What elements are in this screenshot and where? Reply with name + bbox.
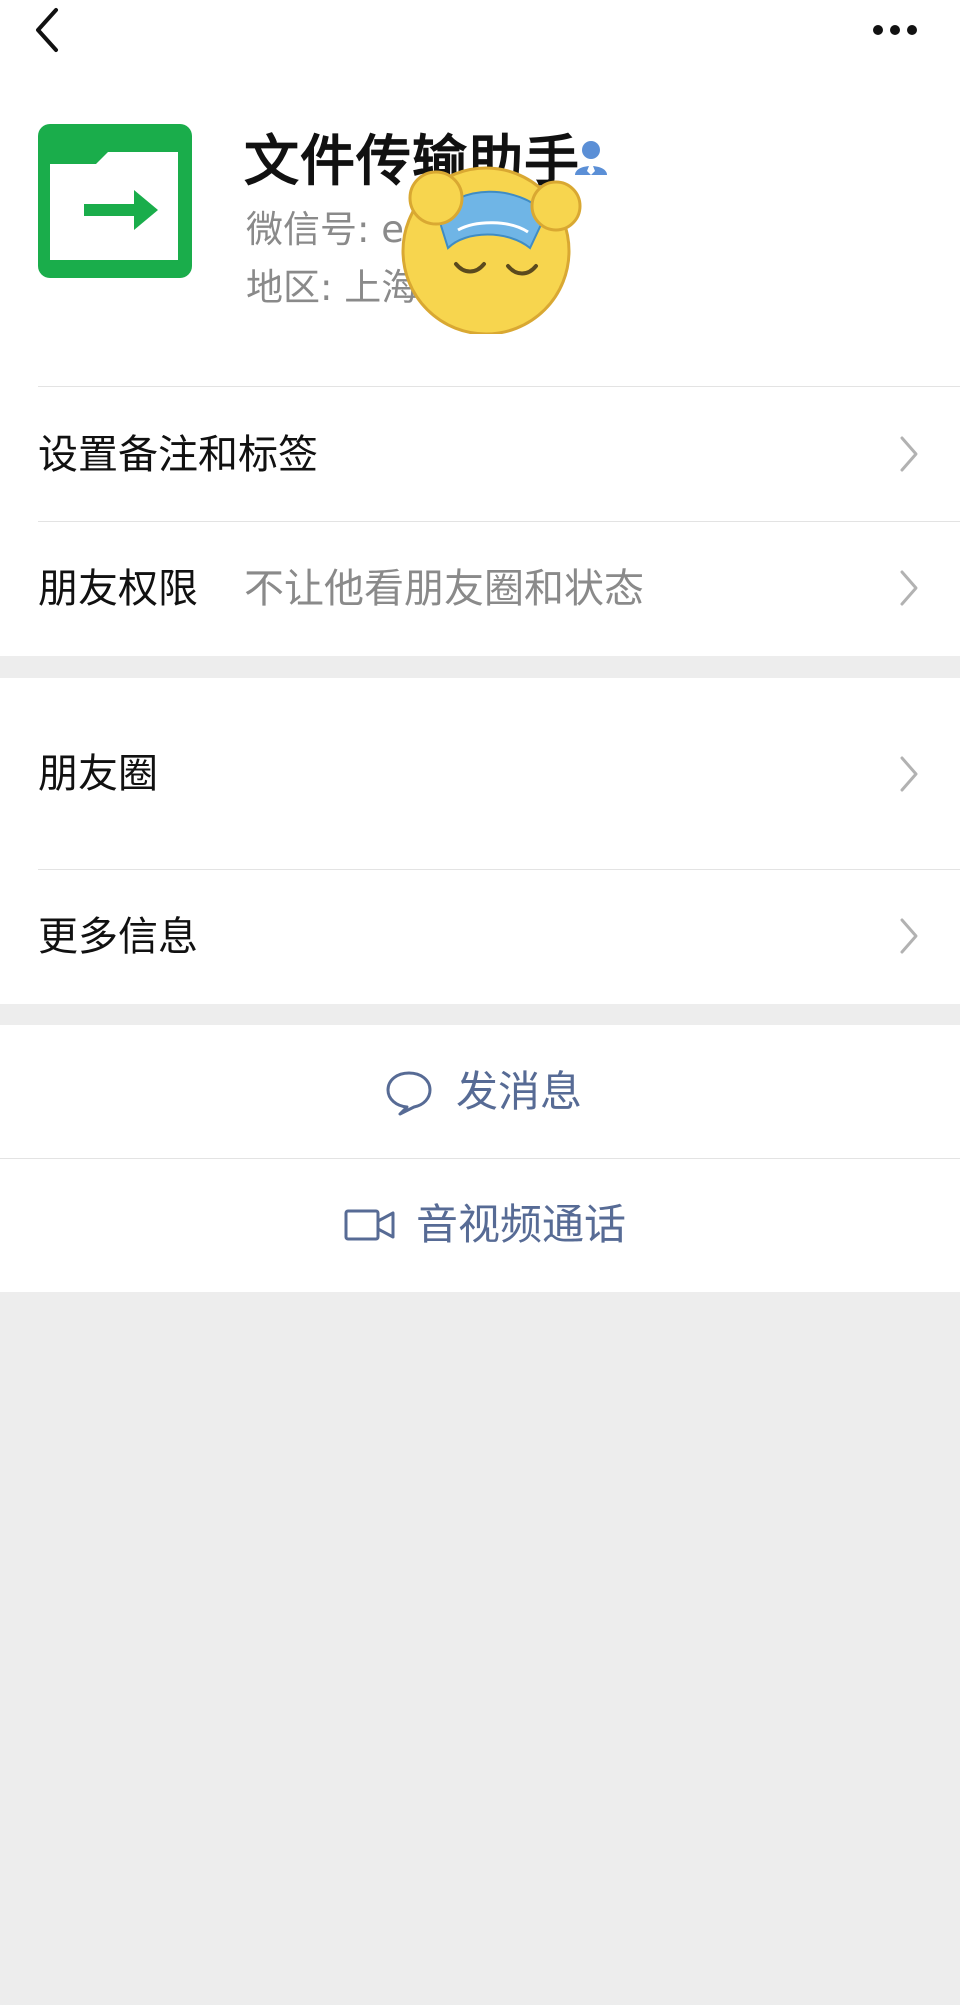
friend-permissions-value: 不让他看朋友圈和状态: [244, 566, 644, 612]
avatar[interactable]: [38, 124, 192, 278]
sleeping-face-with-book-icon: [401, 166, 582, 336]
audio-video-call-button[interactable]: 音视频通话: [0, 1159, 960, 1292]
more-info-row[interactable]: 更多信息: [0, 870, 960, 1004]
region: 地区: 上海: [246, 266, 419, 309]
chevron-right-icon: [898, 754, 920, 794]
more-icon: [873, 25, 917, 35]
moments-row[interactable]: 朋友圈: [0, 678, 960, 870]
video-camera-icon: [343, 1203, 397, 1247]
friend-permissions-row[interactable]: 朋友权限 不让他看朋友圈和状态: [0, 522, 960, 656]
more-button[interactable]: [860, 0, 930, 60]
more-info-label: 更多信息: [38, 914, 198, 960]
chat-bubble-icon: [384, 1067, 434, 1117]
send-message-button[interactable]: 发消息: [0, 1025, 960, 1158]
chevron-right-icon: [898, 434, 920, 474]
chevron-left-icon: [36, 8, 58, 52]
friend-permissions-label: 朋友权限: [38, 566, 198, 612]
set-note-row[interactable]: 设置备注和标签: [0, 388, 960, 521]
audio-video-call-label: 音视频通话: [416, 1200, 627, 1249]
wechat-id: 微信号: e: [246, 208, 404, 251]
chevron-right-icon: [898, 568, 920, 608]
chevron-right-icon: [898, 916, 920, 956]
moments-label: 朋友圈: [38, 751, 158, 797]
set-note-label: 设置备注和标签: [38, 432, 318, 478]
back-button[interactable]: [22, 0, 82, 60]
send-message-label: 发消息: [456, 1067, 583, 1116]
folder-arrow-icon: [50, 152, 178, 260]
sticker-overlay: [398, 156, 588, 336]
divider: [38, 386, 960, 387]
